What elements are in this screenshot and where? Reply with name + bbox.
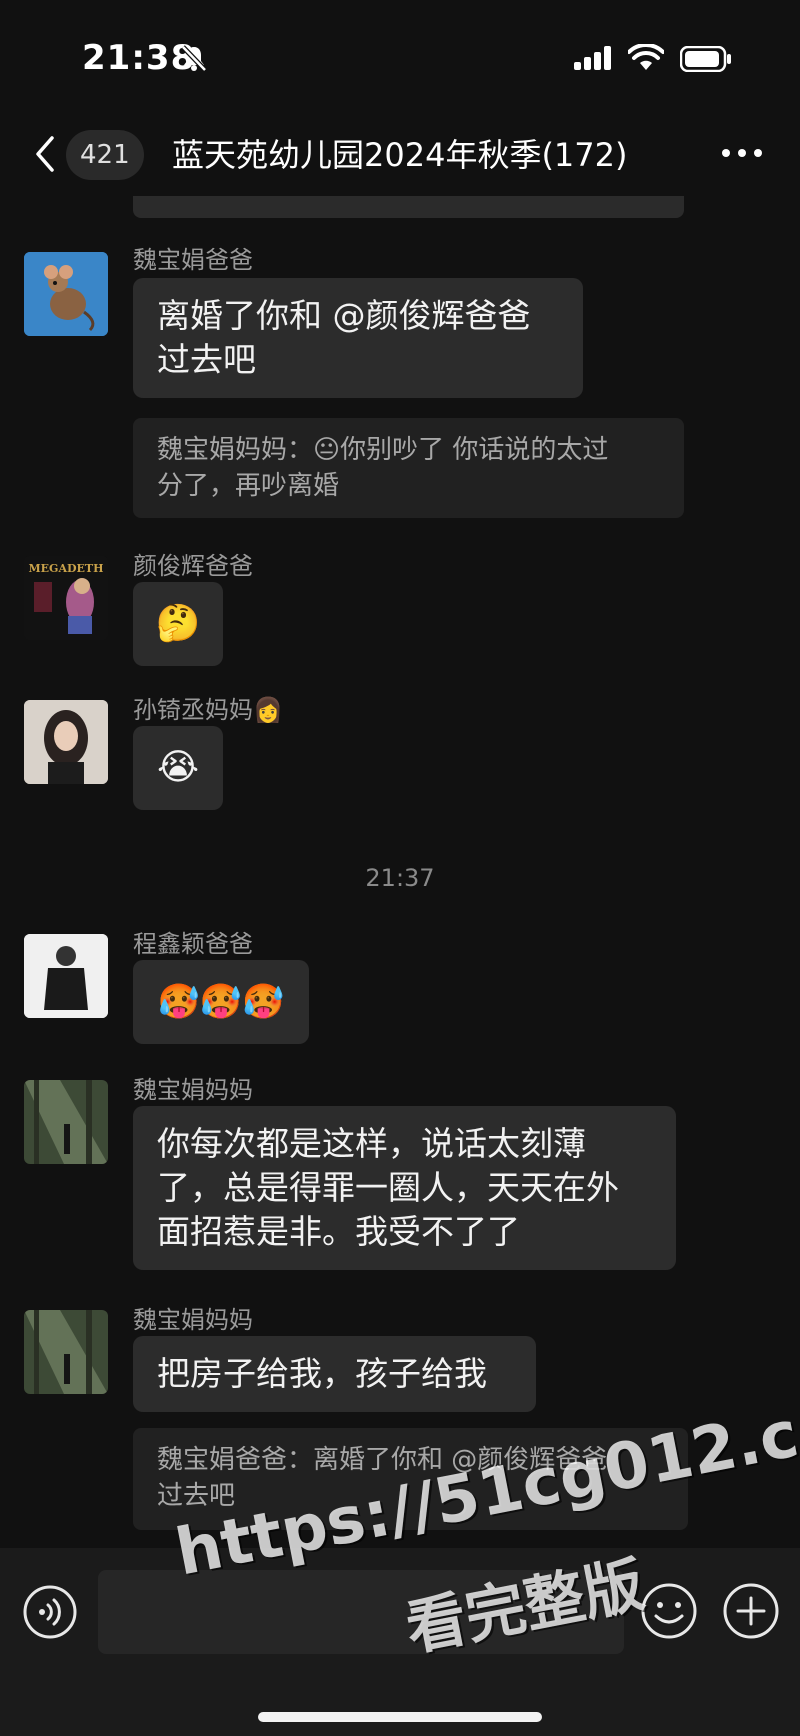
message-input[interactable] bbox=[98, 1570, 624, 1654]
message-text-line: 了，总是得罪一圈人，天天在外 bbox=[157, 1168, 619, 1207]
quoted-message[interactable]: 魏宝娟爸爸：离婚了你和 @颜俊辉爸爸 过去吧 bbox=[133, 1428, 688, 1530]
mouse-avatar[interactable] bbox=[24, 252, 108, 336]
message-text-line: 你每次都是这样，说话太刻薄 bbox=[157, 1124, 586, 1163]
emoji-message-bubble[interactable]: 🤔 bbox=[133, 582, 223, 666]
message-text-line: 面招惹是非。我受不了了 bbox=[157, 1212, 520, 1251]
back-arrow-icon[interactable] bbox=[30, 132, 60, 176]
sender-name: 孙锜丞妈妈👩 bbox=[133, 696, 283, 724]
sender-name: 程鑫颖爸爸 bbox=[133, 930, 253, 958]
home-indicator bbox=[258, 1712, 542, 1722]
man-avatar-image bbox=[24, 934, 108, 1018]
signal-icon bbox=[574, 46, 611, 70]
forest-avatar[interactable] bbox=[24, 1080, 108, 1164]
woman-avatar[interactable] bbox=[24, 700, 108, 784]
emoji-message-bubble[interactable]: 🥵🥵🥵 bbox=[133, 960, 309, 1044]
message-text-line: 过去吧 bbox=[157, 340, 256, 379]
wifi-icon bbox=[628, 44, 664, 70]
megadeth-avatar[interactable]: MEGADETH bbox=[24, 556, 108, 640]
emoji-picker-icon[interactable] bbox=[640, 1582, 698, 1640]
chat-timestamp: 21:37 bbox=[365, 864, 435, 892]
input-bar bbox=[0, 1548, 800, 1736]
message-text-line: 离婚了你和 @颜俊辉爸爸 bbox=[157, 296, 531, 335]
sender-name: 魏宝娟妈妈 bbox=[133, 1306, 253, 1334]
bell-off-icon bbox=[181, 45, 207, 72]
emoji-message-bubble[interactable]: 😭 bbox=[133, 726, 223, 810]
sender-name: 魏宝娟妈妈 bbox=[133, 1076, 253, 1104]
quote-text-line: 分了，再吵离婚 bbox=[157, 471, 340, 501]
man-black-avatar[interactable] bbox=[24, 934, 108, 1018]
add-more-icon[interactable] bbox=[722, 1582, 780, 1640]
sender-name: 魏宝娟爸爸 bbox=[133, 246, 253, 274]
chat-title[interactable]: 蓝天苑幼儿园2024年秋季(172) bbox=[172, 132, 692, 178]
quote-text-line: 过去吧 bbox=[157, 1481, 236, 1511]
quote-text-line: 魏宝娟爸爸：离婚了你和 @颜俊辉爸爸 bbox=[157, 1445, 608, 1475]
megadeth-logo-text: MEGADETH bbox=[29, 562, 104, 575]
battery-icon bbox=[680, 46, 731, 72]
message-bubble[interactable]: 你每次都是这样，说话太刻薄 了，总是得罪一圈人，天天在外 面招惹是非。我受不了了 bbox=[133, 1106, 676, 1270]
message-bubble[interactable]: 离婚了你和 @颜俊辉爸爸 过去吧 bbox=[133, 278, 583, 398]
status-time: 21:38 bbox=[82, 38, 196, 78]
mouse-avatar-image bbox=[24, 252, 108, 336]
voice-input-icon[interactable] bbox=[22, 1584, 78, 1640]
forest-avatar-image bbox=[24, 1310, 108, 1394]
quoted-message[interactable]: 魏宝娟妈妈：😐你别吵了 你话说的太过 分了，再吵离婚 bbox=[133, 418, 684, 518]
sender-name: 颜俊辉爸爸 bbox=[133, 552, 253, 580]
message-text-line: 把房子给我，孩子给我 bbox=[157, 1354, 487, 1393]
woman-avatar-image bbox=[24, 700, 108, 784]
megadeth-album-image: MEGADETH bbox=[24, 556, 108, 640]
more-options-icon[interactable] bbox=[720, 138, 764, 168]
unread-count-badge[interactable]: 421 bbox=[66, 130, 144, 180]
chat-header: 421 蓝天苑幼儿园2024年秋季(172) bbox=[0, 110, 800, 200]
message-bubble[interactable]: 把房子给我，孩子给我 bbox=[133, 1336, 536, 1412]
previous-message-bubble bbox=[133, 196, 684, 218]
status-bar: 21:38 bbox=[0, 0, 800, 110]
quote-text-line: 魏宝娟妈妈：😐你别吵了 你话说的太过 bbox=[157, 435, 609, 465]
forest-avatar[interactable] bbox=[24, 1310, 108, 1394]
forest-avatar-image bbox=[24, 1080, 108, 1164]
